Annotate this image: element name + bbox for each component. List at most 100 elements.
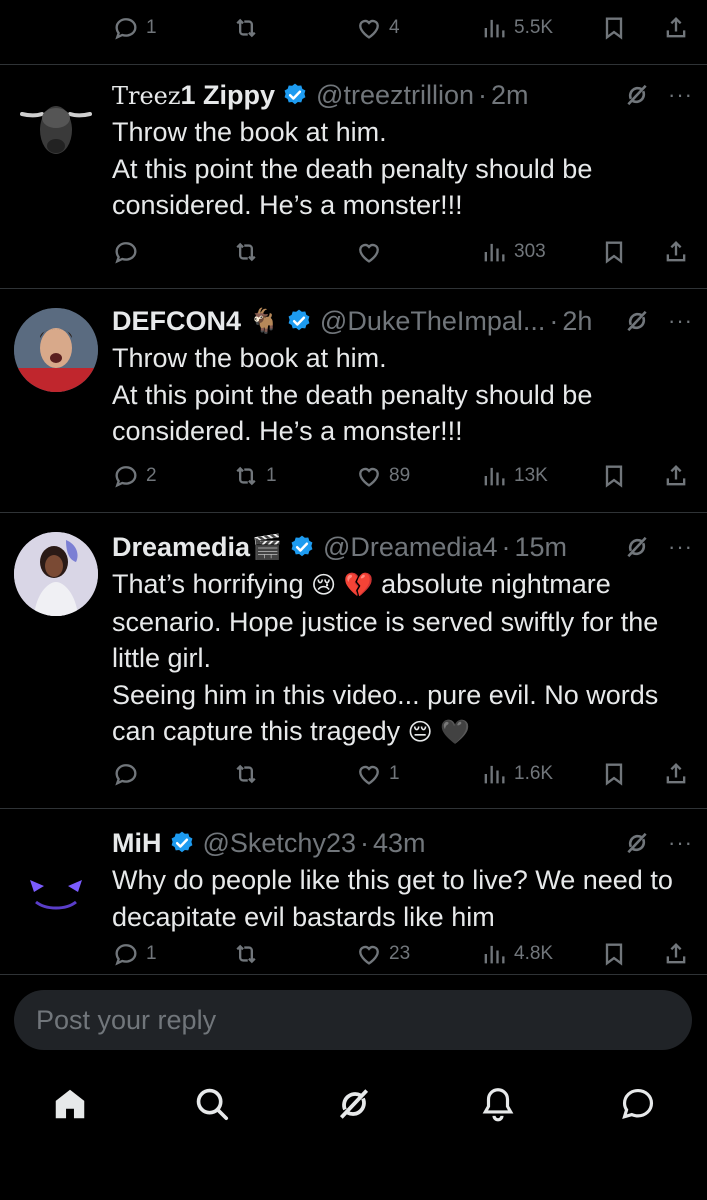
- handle[interactable]: @Dreamedia4: [323, 532, 498, 563]
- handle[interactable]: @DukeTheImpal...: [320, 306, 546, 337]
- home-tab[interactable]: [48, 1082, 92, 1126]
- reply-button[interactable]: 1: [112, 934, 157, 974]
- timestamp[interactable]: 2m: [491, 80, 529, 111]
- tweet-header: Treez1 Zippy @treeztrillion · 2m ···: [112, 76, 693, 114]
- tweet-text-part: That’s horrifying: [112, 569, 312, 599]
- avatar[interactable]: [14, 532, 98, 616]
- more-options-icon[interactable]: ···: [668, 82, 693, 108]
- heart-icon: [355, 760, 383, 788]
- divider: [0, 64, 707, 65]
- tweet-text: That’s horrifying 😢 💔 absolute nightmare…: [112, 566, 693, 751]
- tweet[interactable]: Treez1 Zippy @treeztrillion · 2m ··· Thr…: [0, 76, 707, 288]
- footballer-avatar-image: [14, 308, 98, 392]
- share-button[interactable]: [662, 746, 690, 802]
- tweet-line: Why do people like this get to live? We …: [112, 865, 673, 932]
- repost-button[interactable]: [232, 224, 260, 280]
- reply-button[interactable]: 1: [112, 0, 157, 56]
- more-options-icon[interactable]: ···: [668, 534, 693, 560]
- display-name[interactable]: Treez1 Zippy: [112, 80, 275, 111]
- views-button[interactable]: 13K: [480, 448, 548, 504]
- repost-button[interactable]: [232, 746, 260, 802]
- tweet-line: Seeing him in this video... pure evil. N…: [112, 677, 693, 751]
- home-icon: [55, 1089, 85, 1119]
- reply-button[interactable]: [112, 746, 140, 802]
- views-button[interactable]: 5.5K: [480, 0, 553, 56]
- separator-dot: ·: [549, 305, 559, 336]
- handle[interactable]: @Sketchy23: [203, 828, 356, 859]
- tweet[interactable]: Dreamedia 🎬 @Dreamedia4 · 15m ··· That’s…: [0, 528, 707, 808]
- bookmark-icon: [600, 238, 628, 266]
- top-tweet-actions: 1 4 5.5K: [0, 0, 707, 56]
- display-name[interactable]: Dreamedia: [112, 532, 250, 563]
- view-count: 1.6K: [514, 763, 554, 784]
- more-options-icon[interactable]: ···: [668, 830, 693, 856]
- tweet-actions: 303: [0, 224, 707, 280]
- divider: [0, 512, 707, 513]
- reply-count: 1: [146, 17, 157, 38]
- share-button[interactable]: [662, 934, 690, 974]
- share-button[interactable]: [662, 0, 690, 56]
- tweet-line: Throw the book at him.: [112, 117, 387, 147]
- views-button[interactable]: 4.8K: [480, 934, 553, 974]
- like-button[interactable]: [355, 224, 383, 280]
- more-options-icon[interactable]: ···: [668, 308, 693, 334]
- handle[interactable]: @treeztrillion: [316, 80, 474, 111]
- share-button[interactable]: [662, 448, 690, 504]
- crying-broken-heart-emoji: 😢 💔: [311, 571, 374, 599]
- views-icon: [480, 462, 508, 490]
- tweet-line: That’s horrifying 😢 💔 absolute nightmare…: [112, 566, 693, 677]
- repost-button[interactable]: [232, 0, 260, 56]
- dreamedia-avatar-image: [14, 532, 98, 616]
- share-button[interactable]: [662, 224, 690, 280]
- like-button[interactable]: 1: [355, 746, 400, 802]
- notifications-tab[interactable]: [476, 1082, 520, 1126]
- avatar[interactable]: [14, 308, 98, 392]
- pensive-black-heart-emoji: 😔 🖤: [407, 718, 471, 746]
- bookmark-button[interactable]: [600, 448, 628, 504]
- display-name-prefix: Treez: [112, 81, 181, 110]
- share-icon: [662, 14, 690, 42]
- tweet-header: Dreamedia 🎬 @Dreamedia4 · 15m ···: [112, 528, 693, 566]
- display-name[interactable]: MiH: [112, 828, 162, 859]
- divider: [0, 808, 707, 809]
- timestamp[interactable]: 43m: [373, 828, 426, 859]
- repost-button[interactable]: 1: [232, 448, 277, 504]
- reply-button[interactable]: 2: [112, 448, 157, 504]
- bull-avatar-image: [20, 106, 92, 154]
- bookmark-button[interactable]: [600, 934, 628, 974]
- separator-dot: ·: [359, 827, 369, 858]
- grok-icon: [335, 1085, 373, 1123]
- search-tab[interactable]: [190, 1082, 234, 1126]
- display-name[interactable]: DEFCON4: [112, 306, 241, 337]
- like-button[interactable]: 4: [355, 0, 400, 56]
- avatar[interactable]: [14, 88, 98, 172]
- reply-input[interactable]: Post your reply: [14, 990, 692, 1050]
- grok-tab[interactable]: [332, 1082, 376, 1126]
- reply-placeholder: Post your reply: [36, 1004, 217, 1035]
- reply-button[interactable]: [112, 224, 140, 280]
- like-button[interactable]: 89: [355, 448, 410, 504]
- views-button[interactable]: 1.6K: [480, 746, 553, 802]
- timestamp[interactable]: 2h: [562, 306, 592, 337]
- separator-dot: ·: [501, 531, 511, 562]
- views-button[interactable]: 303: [480, 224, 546, 280]
- bookmark-button[interactable]: [600, 746, 628, 802]
- messages-tab[interactable]: [616, 1082, 660, 1126]
- clapper-emoji: 🎬: [252, 533, 282, 561]
- avatar[interactable]: [14, 844, 98, 928]
- grok-icon[interactable]: [624, 830, 650, 856]
- display-name-text: 1 Zippy: [180, 79, 276, 110]
- grok-icon[interactable]: [624, 308, 650, 334]
- goat-emoji: 🐐: [249, 307, 279, 335]
- timestamp[interactable]: 15m: [514, 532, 567, 563]
- repost-button[interactable]: [232, 934, 260, 974]
- grok-icon[interactable]: [624, 534, 650, 560]
- tweet[interactable]: MiH @Sketchy23 · 43m ··· Why do people l…: [0, 824, 707, 974]
- bookmark-button[interactable]: [600, 0, 628, 56]
- grok-icon[interactable]: [624, 82, 650, 108]
- views-icon: [480, 14, 508, 42]
- tweet[interactable]: DEFCON4 🐐 @DukeTheImpal... · 2h ··· Thro…: [0, 302, 707, 512]
- bookmark-button[interactable]: [600, 224, 628, 280]
- like-button[interactable]: 23: [355, 934, 410, 974]
- reply-icon: [112, 760, 140, 788]
